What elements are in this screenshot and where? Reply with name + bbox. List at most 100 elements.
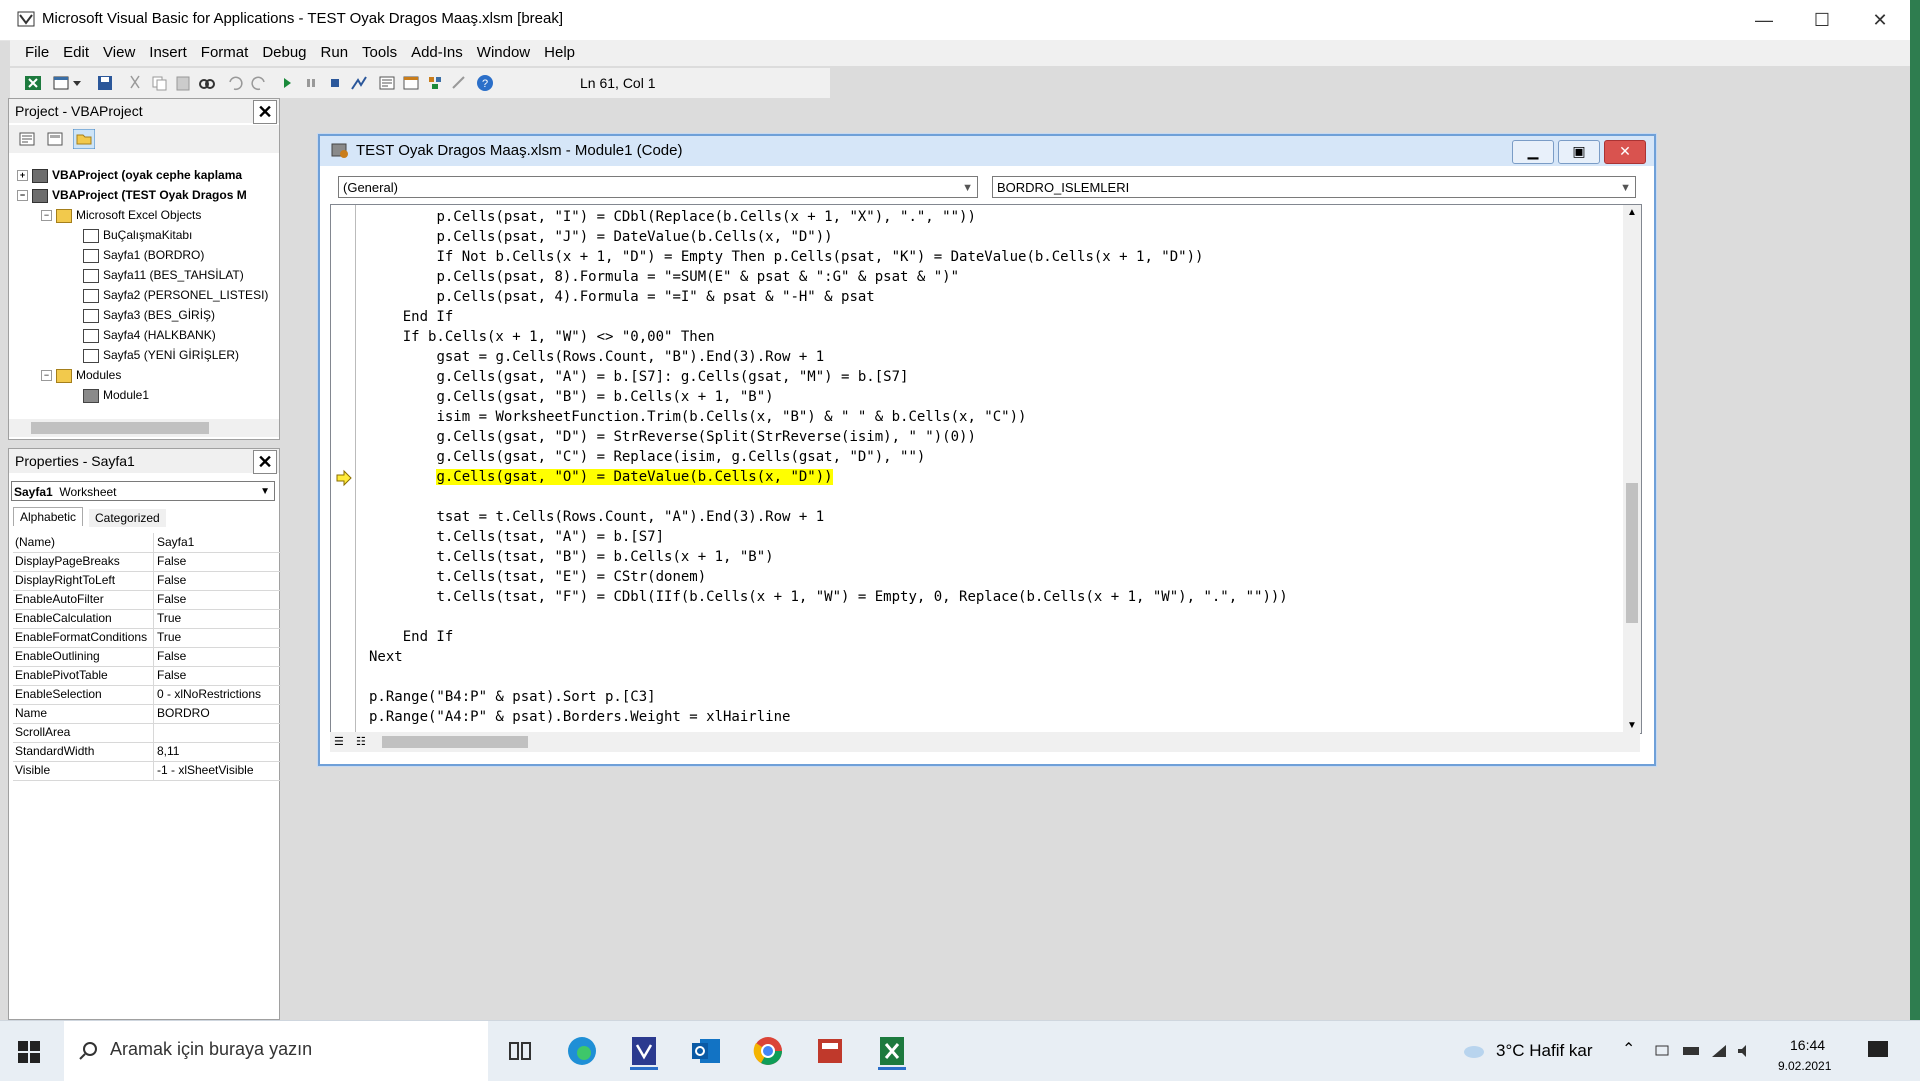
code-line[interactable]: g.Cells(gsat, "D") = StrReverse(Split(St… [369, 427, 975, 447]
design-mode-icon[interactable] [350, 74, 368, 92]
code-line[interactable]: p.Cells(psat, 8).Formula = "=SUM(E" & ps… [369, 267, 959, 287]
property-row[interactable]: EnableAutoFilter False [13, 590, 281, 610]
menu-view[interactable]: View [96, 40, 142, 66]
taskbar-search[interactable]: Aramak için buraya yazın [64, 1021, 488, 1081]
tree-item[interactable]: − VBAProject (TEST Oyak Dragos M [17, 185, 247, 205]
property-value[interactable]: True [157, 630, 181, 644]
toolbox-icon[interactable] [450, 74, 468, 92]
volume-icon[interactable] [1736, 1043, 1754, 1059]
cut-icon[interactable] [126, 74, 144, 92]
full-module-view-icon[interactable]: ☷ [356, 735, 366, 748]
reset-icon[interactable] [326, 74, 344, 92]
property-row[interactable]: EnableCalculation True [13, 609, 281, 629]
property-value[interactable]: False [157, 649, 186, 663]
property-value[interactable]: False [157, 554, 186, 568]
property-row[interactable]: Name BORDRO [13, 704, 281, 724]
clock-date[interactable]: 9.02.2021 [1778, 1059, 1831, 1073]
code-maximize-button[interactable]: ▣ [1558, 140, 1600, 164]
menu-tools[interactable]: Tools [355, 40, 404, 66]
procedure-combo[interactable]: BORDRO_ISLEMLERI ▼ [992, 176, 1636, 198]
menu-run[interactable]: Run [314, 40, 356, 66]
code-vscroll[interactable]: ▲ ▼ [1623, 205, 1641, 733]
tree-item[interactable]: − Modules [41, 365, 121, 385]
code-line[interactable]: If b.Cells(x + 1, "W") <> "0,00" Then [369, 327, 715, 347]
code-line[interactable]: g.Cells(gsat, "B") = b.Cells(x + 1, "B") [369, 387, 773, 407]
property-value[interactable]: False [157, 592, 186, 606]
scroll-thumb[interactable] [1626, 483, 1638, 623]
object-browser-icon[interactable] [426, 74, 444, 92]
tree-item[interactable]: Sayfa3 (BES_GİRİŞ) [83, 305, 215, 325]
find-icon[interactable] [198, 74, 216, 92]
tab-alphabetic[interactable]: Alphabetic [13, 507, 84, 526]
paste-icon[interactable] [174, 74, 192, 92]
object-select[interactable]: Sayfa1 Worksheet ▼ [11, 481, 275, 501]
tree-item[interactable]: BuÇalışmaKitabı [83, 225, 192, 245]
tree-item[interactable]: + VBAProject (oyak cephe kaplama [17, 165, 242, 185]
code-line[interactable]: tsat = t.Cells(Rows.Count, "A").End(3).R… [369, 507, 824, 527]
code-line[interactable]: p.Range("B4:P" & psat).Sort p.[C3] [369, 687, 656, 707]
network-icon[interactable] [1654, 1043, 1670, 1059]
view-object-icon[interactable] [47, 131, 63, 147]
menu-insert[interactable]: Insert [142, 40, 194, 66]
wifi-icon[interactable] [1710, 1043, 1728, 1059]
code-line[interactable]: p.Cells(psat, "J") = DateValue(b.Cells(x… [369, 227, 832, 247]
procedure-view-icon[interactable]: ☰ [334, 735, 344, 748]
code-line[interactable]: g.Cells(gsat, "C") = Replace(isim, g.Cel… [369, 447, 925, 467]
break-icon[interactable] [302, 74, 320, 92]
excel-view-icon[interactable] [24, 74, 42, 92]
edge-icon[interactable] [562, 1031, 602, 1071]
code-line[interactable]: g.Cells(gsat, "A") = b.[S7]: g.Cells(gsa… [369, 367, 908, 387]
vba-taskbar-icon[interactable] [624, 1031, 664, 1071]
project-explorer-icon[interactable] [378, 74, 396, 92]
property-value[interactable]: Sayfa1 [157, 535, 194, 549]
clock-time[interactable]: 16:44 [1790, 1037, 1825, 1053]
menu-format[interactable]: Format [194, 40, 256, 66]
project-panel-close-button[interactable]: ✕ [253, 100, 277, 124]
chrome-icon[interactable] [748, 1031, 788, 1071]
code-line[interactable]: p.Cells(psat, 4).Formula = "=I" & psat &… [369, 287, 874, 307]
property-value[interactable]: BORDRO [157, 706, 210, 720]
properties-window-icon[interactable] [402, 74, 420, 92]
code-line[interactable]: isim = WorksheetFunction.Trim(b.Cells(x,… [369, 407, 1026, 427]
project-hscroll[interactable] [9, 419, 279, 437]
code-line[interactable]: p.Cells(psat, "I") = CDbl(Replace(b.Cell… [369, 207, 975, 227]
tree-item[interactable]: Sayfa11 (BES_TAHSİLAT) [83, 265, 244, 285]
property-row[interactable]: DisplayRightToLeft False [13, 571, 281, 591]
code-editor[interactable]: p.Cells(psat, "I") = CDbl(Replace(b.Cell… [330, 204, 1642, 734]
code-line[interactable]: p.Range("A4:P" & psat).Borders.Weight = … [369, 707, 790, 727]
scroll-down-icon[interactable]: ▼ [1627, 720, 1637, 731]
menu-window[interactable]: Window [470, 40, 537, 66]
code-hscroll[interactable]: ☰ ☷ [330, 732, 1640, 752]
tab-categorized[interactable]: Categorized [89, 509, 166, 527]
property-row[interactable]: DisplayPageBreaks False [13, 552, 281, 572]
property-row[interactable]: EnableOutlining False [13, 647, 281, 667]
property-row[interactable]: StandardWidth 8,11 [13, 742, 281, 762]
tree-item[interactable]: Module1 [83, 385, 149, 405]
code-line[interactable]: End If [369, 307, 454, 327]
property-row[interactable]: Visible -1 - xlSheetVisible [13, 761, 281, 781]
code-line[interactable]: t.Cells(tsat, "E") = CStr(donem) [369, 567, 706, 587]
property-row[interactable]: EnablePivotTable False [13, 666, 281, 686]
code-minimize-button[interactable]: ▁ [1512, 140, 1554, 164]
property-value[interactable]: False [157, 573, 186, 587]
code-line[interactable]: End If [369, 627, 454, 647]
insert-userform-icon[interactable] [52, 74, 70, 92]
excel-taskbar-icon[interactable] [872, 1031, 912, 1071]
minimize-button[interactable]: — [1735, 0, 1793, 40]
save-icon[interactable] [96, 74, 114, 92]
view-code-icon[interactable] [19, 131, 35, 147]
breakpoint-margin[interactable] [331, 205, 356, 733]
menu-debug[interactable]: Debug [255, 40, 313, 66]
code-line[interactable]: If Not b.Cells(x + 1, "D") = Empty Then … [369, 247, 1203, 267]
outlook-icon[interactable] [686, 1031, 726, 1071]
code-line[interactable]: t.Cells(tsat, "F") = CDbl(IIf(b.Cells(x … [369, 587, 1287, 607]
menu-edit[interactable]: Edit [56, 40, 96, 66]
menu-addins[interactable]: Add-Ins [404, 40, 470, 66]
property-row[interactable]: EnableFormatConditionsCalculation True [13, 628, 281, 648]
toggle-folders-icon[interactable] [73, 129, 95, 149]
property-row[interactable]: ScrollArea [13, 723, 281, 743]
tree-item[interactable]: − Microsoft Excel Objects [41, 205, 201, 225]
code-line[interactable]: t.Cells(tsat, "B") = b.Cells(x + 1, "B") [369, 547, 773, 567]
menu-file[interactable]: File [18, 40, 56, 66]
task-view-icon[interactable] [500, 1031, 540, 1071]
